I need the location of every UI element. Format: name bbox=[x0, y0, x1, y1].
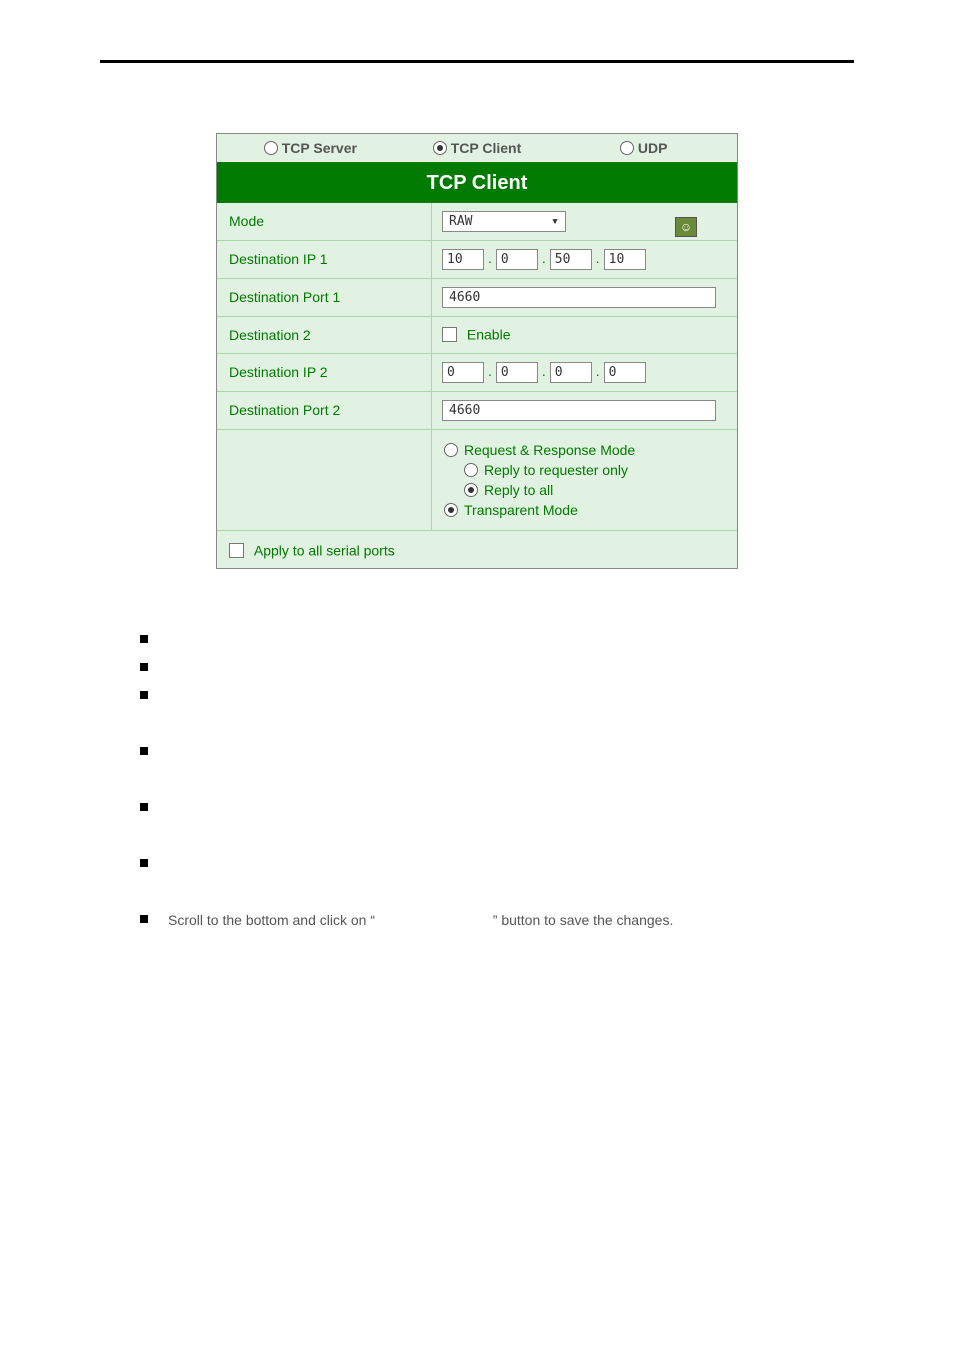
row-dest-ip-2: Destination IP 2 0.0.0.0 bbox=[217, 354, 737, 392]
link-mode-tabs: TCP Server TCP Client UDP bbox=[217, 134, 737, 164]
dest2-enable-checkbox[interactable] bbox=[442, 327, 457, 342]
tab-label: UDP bbox=[638, 140, 668, 156]
bullet-list: Scroll to the bottom and click on “ ” bu… bbox=[140, 629, 854, 937]
dest2-label: Destination 2 bbox=[217, 317, 432, 353]
apply-all-checkbox[interactable] bbox=[229, 543, 244, 558]
panel-title: TCP Client bbox=[217, 164, 737, 203]
friend-icon[interactable]: ☺ bbox=[675, 217, 697, 237]
radio-icon bbox=[620, 141, 634, 155]
row-dest-ip-1: Destination IP 1 10.0.50.10 bbox=[217, 241, 737, 279]
radio-icon bbox=[433, 141, 447, 155]
mode-value: RAW bbox=[449, 214, 472, 229]
instruction-suffix: ” button to save the changes. bbox=[493, 912, 674, 928]
opt-reply-all[interactable]: Reply to all bbox=[444, 482, 727, 498]
dot: . bbox=[484, 363, 496, 379]
instruction-prefix: Scroll to the bottom and click on “ bbox=[168, 912, 375, 928]
dest-ip2-label: Destination IP 2 bbox=[217, 354, 432, 391]
tab-udp[interactable]: UDP bbox=[560, 140, 727, 156]
bullet-icon bbox=[140, 803, 148, 811]
list-item bbox=[140, 797, 854, 825]
radio-icon bbox=[444, 443, 458, 457]
tab-label: TCP Server bbox=[282, 140, 357, 156]
mode-label: Mode bbox=[217, 203, 432, 240]
ip2-octet-3[interactable]: 0 bbox=[550, 362, 592, 383]
row-dest-2: Destination 2 Enable bbox=[217, 317, 737, 354]
opt-request-response[interactable]: Request & Response Mode bbox=[444, 442, 727, 458]
list-item bbox=[140, 685, 854, 713]
options-label bbox=[217, 430, 432, 530]
bullet-icon bbox=[140, 691, 148, 699]
opt-label: Transparent Mode bbox=[464, 502, 578, 518]
bullet-icon bbox=[140, 859, 148, 867]
list-item: Scroll to the bottom and click on “ ” bu… bbox=[140, 909, 854, 937]
list-item bbox=[140, 741, 854, 769]
apply-all-label: Apply to all serial ports bbox=[254, 542, 395, 558]
dest-port2-label: Destination Port 2 bbox=[217, 392, 432, 429]
list-item bbox=[140, 881, 854, 909]
tab-tcp-server[interactable]: TCP Server bbox=[227, 140, 394, 156]
radio-icon bbox=[464, 483, 478, 497]
tab-tcp-client[interactable]: TCP Client bbox=[394, 140, 561, 156]
list-item bbox=[140, 769, 854, 797]
row-mode: Mode RAW ▾ ☺ bbox=[217, 203, 737, 241]
radio-icon bbox=[464, 463, 478, 477]
row-mode-options: Request & Response Mode Reply to request… bbox=[217, 430, 737, 531]
dot: . bbox=[538, 250, 550, 266]
ip2-octet-2[interactable]: 0 bbox=[496, 362, 538, 383]
bullet-icon bbox=[140, 635, 148, 643]
radio-icon bbox=[444, 503, 458, 517]
dest-port2-input[interactable]: 4660 bbox=[442, 400, 716, 421]
ip1-octet-1[interactable]: 10 bbox=[442, 249, 484, 270]
list-item bbox=[140, 629, 854, 657]
opt-reply-requester-only[interactable]: Reply to requester only bbox=[444, 462, 727, 478]
opt-transparent-mode[interactable]: Transparent Mode bbox=[444, 502, 727, 518]
chevron-down-icon: ▾ bbox=[551, 214, 559, 229]
mode-select[interactable]: RAW ▾ bbox=[442, 211, 566, 232]
ip2-octet-1[interactable]: 0 bbox=[442, 362, 484, 383]
radio-icon bbox=[264, 141, 278, 155]
row-apply-all: Apply to all serial ports bbox=[217, 531, 737, 568]
tab-label: TCP Client bbox=[451, 140, 522, 156]
bullet-icon bbox=[140, 915, 148, 923]
dot: . bbox=[538, 363, 550, 379]
dot: . bbox=[592, 363, 604, 379]
ip1-octet-4[interactable]: 10 bbox=[604, 249, 646, 270]
bullet-icon bbox=[140, 747, 148, 755]
config-panel: TCP Server TCP Client UDP TCP Client Mod… bbox=[216, 133, 738, 569]
opt-label: Request & Response Mode bbox=[464, 442, 635, 458]
list-item bbox=[140, 713, 854, 741]
list-item bbox=[140, 853, 854, 881]
dot: . bbox=[592, 250, 604, 266]
dest-port1-label: Destination Port 1 bbox=[217, 279, 432, 316]
dot: . bbox=[484, 250, 496, 266]
row-dest-port-1: Destination Port 1 4660 bbox=[217, 279, 737, 317]
row-dest-port-2: Destination Port 2 4660 bbox=[217, 392, 737, 430]
ip1-octet-2[interactable]: 0 bbox=[496, 249, 538, 270]
ip2-octet-4[interactable]: 0 bbox=[604, 362, 646, 383]
opt-label: Reply to all bbox=[484, 482, 553, 498]
bullet-icon bbox=[140, 663, 148, 671]
ip1-octet-3[interactable]: 50 bbox=[550, 249, 592, 270]
dest-port1-input[interactable]: 4660 bbox=[442, 287, 716, 308]
dest-ip1-label: Destination IP 1 bbox=[217, 241, 432, 278]
top-divider bbox=[100, 60, 854, 63]
dest2-enable-label: Enable bbox=[467, 326, 511, 342]
list-item bbox=[140, 825, 854, 853]
list-item bbox=[140, 657, 854, 685]
opt-label: Reply to requester only bbox=[484, 462, 628, 478]
